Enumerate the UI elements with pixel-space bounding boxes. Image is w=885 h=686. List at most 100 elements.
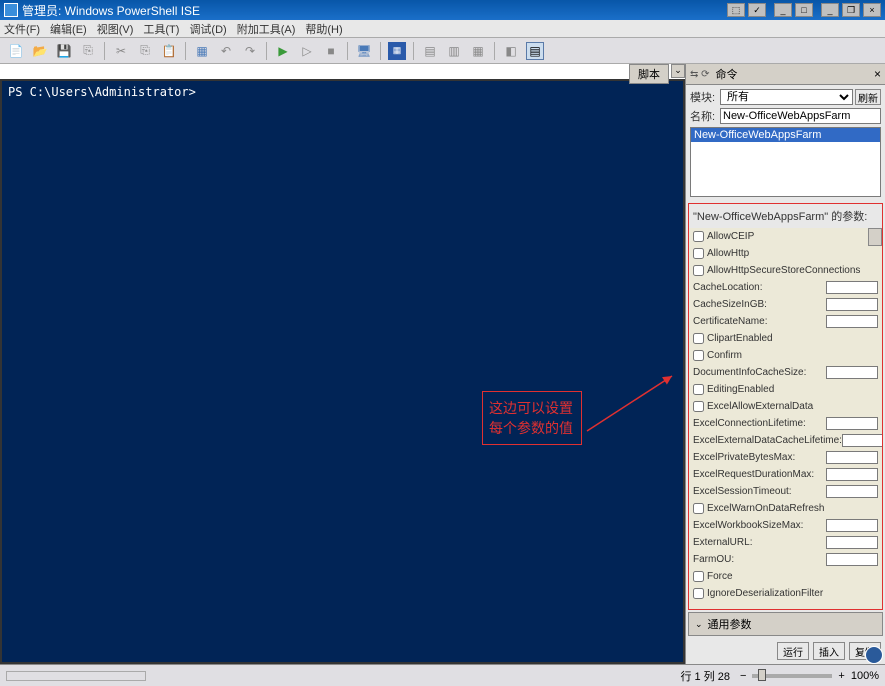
scrollbar-thumb[interactable] (868, 228, 882, 246)
param-checkbox[interactable] (693, 571, 704, 582)
corner-orb-icon[interactable] (865, 646, 883, 664)
param-label: ExcelPrivateBytesMax: (693, 452, 826, 463)
minimize2-button[interactable]: _ (821, 3, 839, 17)
zoom-slider[interactable] (752, 674, 832, 678)
param-input[interactable] (842, 434, 883, 447)
param-excelwarnondatarefresh: ExcelWarnOnDataRefresh (689, 500, 882, 517)
param-editingenabled: EditingEnabled (689, 381, 882, 398)
param-checkbox[interactable] (693, 401, 704, 412)
menu-view[interactable]: 视图(V) (97, 21, 134, 37)
common-params-expander[interactable]: ⌄ 通用参数 (688, 612, 883, 636)
param-allowhttpsecurestoreconnections: AllowHttpSecureStoreConnections (689, 262, 882, 279)
param-input[interactable] (826, 485, 878, 498)
panel-close-icon[interactable]: × (874, 67, 881, 81)
param-input[interactable] (826, 536, 878, 549)
panel-header-icons[interactable]: ⇆ ⟳ (690, 69, 710, 80)
zoom-plus-icon[interactable]: + (838, 670, 844, 682)
console-pane[interactable]: PS C:\Users\Administrator> 这边可以设置 每个参数的值 (0, 79, 685, 664)
param-label: ExcelAllowExternalData (707, 401, 878, 412)
maximize-button[interactable]: □ (795, 3, 813, 17)
module-label: 模块: (690, 89, 720, 105)
clear-icon[interactable]: ▦ (193, 42, 211, 60)
param-allowceip: AllowCEIP (689, 228, 882, 245)
params-area: AllowCEIPAllowHttpAllowHttpSecureStoreCo… (688, 228, 883, 610)
param-input[interactable] (826, 281, 878, 294)
minimize-button[interactable]: _ (774, 3, 792, 17)
param-excelallowexternaldata: ExcelAllowExternalData (689, 398, 882, 415)
menu-help[interactable]: 帮助(H) (305, 21, 342, 37)
restore-button[interactable]: ❐ (842, 3, 860, 17)
name-input[interactable] (720, 108, 881, 124)
layout3-icon[interactable]: ▦ (469, 42, 487, 60)
param-checkbox[interactable] (693, 503, 704, 514)
run-icon[interactable]: ▶ (274, 42, 292, 60)
showcmd-icon[interactable]: ▤ (526, 42, 544, 60)
close-button[interactable]: × (863, 3, 881, 17)
param-label: ExcelWorkbookSizeMax: (693, 520, 826, 531)
param-label: ExcelConnectionLifetime: (693, 418, 826, 429)
param-checkbox[interactable] (693, 333, 704, 344)
statusbar: 行 1 列 28 − + 100% (0, 664, 885, 686)
param-label: DocumentInfoCacheSize: (693, 367, 826, 378)
param-input[interactable] (826, 451, 878, 464)
menu-debug[interactable]: 调试(D) (189, 21, 226, 37)
stop-icon[interactable]: ■ (322, 42, 340, 60)
layout1-icon[interactable]: ▤ (421, 42, 439, 60)
undo-icon[interactable]: ↶ (217, 42, 235, 60)
param-label: ExcelExternalDataCacheLifetime: (693, 435, 842, 446)
menu-edit[interactable]: 编辑(E) (50, 21, 87, 37)
menu-file[interactable]: 文件(F) (4, 21, 40, 37)
param-checkbox[interactable] (693, 384, 704, 395)
collapse-script-icon[interactable]: ⌄ (671, 64, 685, 78)
menu-addons[interactable]: 附加工具(A) (237, 21, 296, 37)
param-cachelocation: CacheLocation: (689, 279, 882, 296)
save-icon[interactable]: 💾 (55, 42, 73, 60)
new-icon[interactable]: 📄 (7, 42, 25, 60)
param-input[interactable] (826, 366, 878, 379)
param-excelworkbooksizemax: ExcelWorkbookSizeMax: (689, 517, 882, 534)
param-checkbox[interactable] (693, 248, 704, 259)
redo-icon[interactable]: ↷ (241, 42, 259, 60)
param-input[interactable] (826, 315, 878, 328)
param-checkbox[interactable] (693, 231, 704, 242)
commands-listbox[interactable]: New-OfficeWebAppsFarm (690, 127, 881, 197)
newps-icon[interactable]: ▦ (388, 42, 406, 60)
selected-command[interactable]: New-OfficeWebAppsFarm (691, 128, 880, 142)
editor-area: 脚本 ⌄ PS C:\Users\Administrator> 这边可以设置 每… (0, 64, 685, 664)
param-label: ExcelWarnOnDataRefresh (707, 503, 878, 514)
aux-button-1[interactable]: ⬚ (727, 3, 745, 17)
zoom-thumb[interactable] (758, 669, 766, 681)
param-label: ClipartEnabled (707, 333, 878, 344)
runsel-icon[interactable]: ▷ (298, 42, 316, 60)
param-excelsessiontimeout: ExcelSessionTimeout: (689, 483, 882, 500)
module-select[interactable]: 所有 (720, 89, 853, 105)
param-input[interactable] (826, 468, 878, 481)
layout4-icon[interactable]: ◧ (502, 42, 520, 60)
chevron-down-icon: ⌄ (695, 619, 703, 630)
param-input[interactable] (826, 417, 878, 430)
param-input[interactable] (826, 519, 878, 532)
remote-icon[interactable]: 🖥 (355, 42, 373, 60)
param-checkbox[interactable] (693, 588, 704, 599)
param-label: CacheSizeInGB: (693, 299, 826, 310)
script-pane-label[interactable]: 脚本 (629, 64, 669, 84)
param-input[interactable] (826, 553, 878, 566)
zoom-minus-icon[interactable]: − (740, 670, 746, 682)
param-label: CacheLocation: (693, 282, 826, 293)
saveall-icon[interactable]: ⎘ (79, 42, 97, 60)
run-button[interactable]: 运行 (777, 642, 809, 660)
param-checkbox[interactable] (693, 265, 704, 276)
param-label: ExcelSessionTimeout: (693, 486, 826, 497)
insert-button[interactable]: 插入 (813, 642, 845, 660)
param-input[interactable] (826, 298, 878, 311)
param-checkbox[interactable] (693, 350, 704, 361)
open-icon[interactable]: 📂 (31, 42, 49, 60)
aux-button-2[interactable]: ✓ (748, 3, 766, 17)
param-clipartenabled: ClipartEnabled (689, 330, 882, 347)
menu-tools[interactable]: 工具(T) (143, 21, 179, 37)
layout2-icon[interactable]: ▥ (445, 42, 463, 60)
refresh-button[interactable]: 刷新 (855, 89, 881, 105)
copy-icon[interactable]: ⎘ (136, 42, 154, 60)
cut-icon[interactable]: ✂ (112, 42, 130, 60)
paste-icon[interactable]: 📋 (160, 42, 178, 60)
